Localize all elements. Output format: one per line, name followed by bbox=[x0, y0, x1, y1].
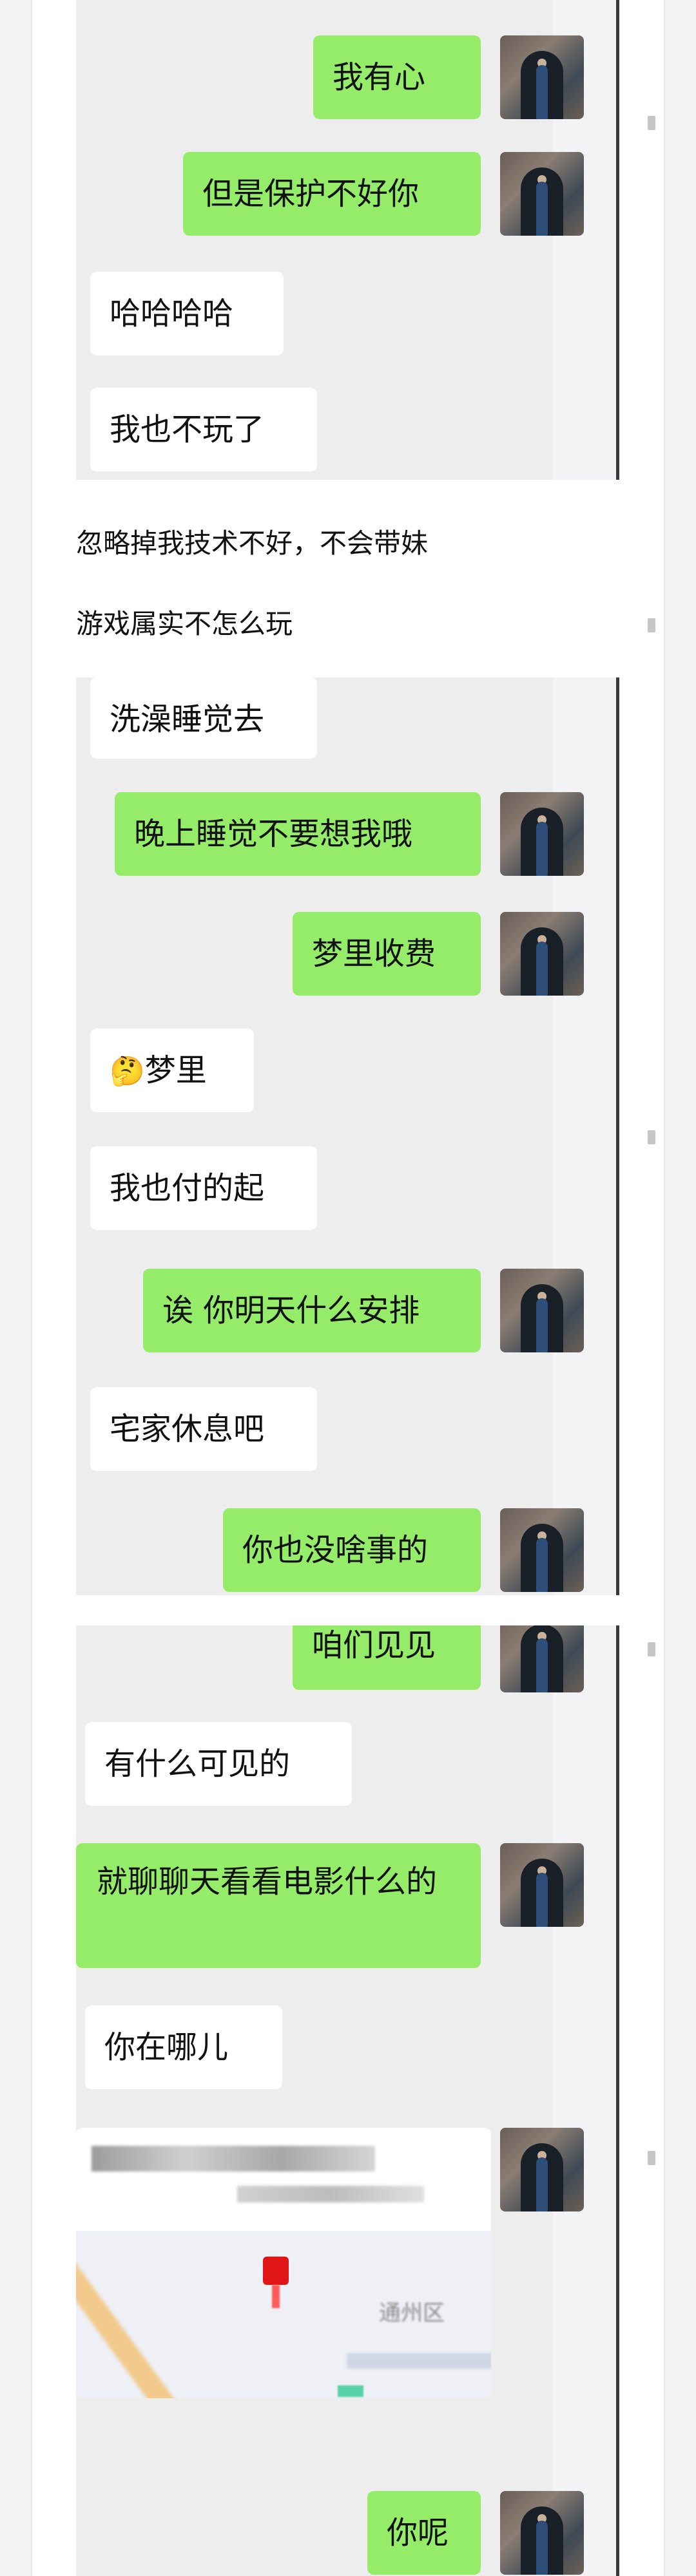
location-address-blurred bbox=[237, 2186, 424, 2202]
message-bubble-incoming: 有什么可见的 bbox=[85, 1722, 352, 1806]
user-avatar[interactable] bbox=[500, 2491, 584, 2575]
screenshot-edge-line bbox=[616, 0, 619, 480]
caption-text: 忽略掉我技术不好，不会带妹 bbox=[76, 527, 429, 559]
user-avatar[interactable] bbox=[500, 1625, 584, 1692]
map-road bbox=[347, 2353, 491, 2369]
map-pin-icon bbox=[263, 2257, 289, 2285]
message-bubble-incoming: 你在哪儿 bbox=[85, 2005, 282, 2089]
user-avatar[interactable] bbox=[500, 1508, 584, 1592]
user-avatar[interactable] bbox=[500, 1269, 584, 1352]
message-bubble-outgoing: 但是保护不好你 bbox=[183, 152, 481, 236]
map-pin-stem bbox=[272, 2285, 280, 2308]
screenshot-edge-line bbox=[616, 1625, 619, 2576]
message-bubble-outgoing: 咱们见见 bbox=[293, 1625, 481, 1690]
message-bubble-outgoing: 你也没啥事的 bbox=[223, 1508, 481, 1592]
map-road bbox=[76, 2237, 216, 2398]
user-avatar[interactable] bbox=[500, 792, 584, 876]
page-margin-right bbox=[665, 0, 696, 2576]
scrollbar-thumb[interactable] bbox=[648, 2151, 655, 2165]
scrollbar-thumb[interactable] bbox=[648, 1642, 655, 1656]
location-title-blurred bbox=[92, 2146, 375, 2172]
user-avatar[interactable] bbox=[500, 152, 584, 236]
user-avatar[interactable] bbox=[500, 912, 584, 996]
scrollbar-thumb[interactable] bbox=[648, 1130, 655, 1144]
message-bubble-outgoing: 你呢 bbox=[367, 2491, 481, 2575]
screenshot-edge-line bbox=[616, 677, 619, 1595]
chat-screenshot-3: 咱们见见 有什么可见的 就聊聊天看看电影什么的 你在哪儿 通州区 你呢 bbox=[76, 1625, 619, 2576]
message-text: 梦里 bbox=[144, 1052, 207, 1088]
message-bubble-outgoing: 梦里收费 bbox=[293, 912, 481, 996]
message-bubble-outgoing: 晚上睡觉不要想我哦 bbox=[115, 792, 481, 876]
scrollbar-thumb[interactable] bbox=[648, 116, 655, 130]
page-margin-left bbox=[0, 0, 31, 2576]
message-bubble-outgoing: 就聊聊天看看电影什么的 bbox=[76, 1843, 481, 1968]
message-bubble-incoming: 我也不玩了 bbox=[90, 388, 317, 471]
page-border-left bbox=[31, 0, 32, 2576]
page-border-right bbox=[664, 0, 665, 2576]
chat-screenshot-2: 洗澡睡觉去 晚上睡觉不要想我哦 梦里收费 🤔梦里 我也付的起 诶 你明天什么安排… bbox=[76, 677, 619, 1595]
user-avatar[interactable] bbox=[500, 1843, 584, 1927]
message-bubble-incoming: 宅家休息吧 bbox=[90, 1387, 317, 1471]
message-bubble-outgoing: 诶 你明天什么安排 bbox=[143, 1269, 481, 1352]
message-bubble-outgoing: 我有心 bbox=[313, 35, 481, 119]
user-avatar[interactable] bbox=[500, 35, 584, 119]
scrollbar-thumb[interactable] bbox=[648, 618, 655, 632]
chat-side-rail bbox=[553, 1625, 619, 2576]
thinking-face-emoji: 🤔 bbox=[110, 1055, 145, 1088]
message-bubble-incoming: 我也付的起 bbox=[90, 1146, 317, 1230]
chat-screenshot-1: 我有心 但是保护不好你 哈哈哈哈 我也不玩了 bbox=[76, 0, 619, 480]
location-message-card[interactable]: 通州区 bbox=[76, 2128, 491, 2398]
message-bubble-incoming: 洗澡睡觉去 bbox=[90, 677, 317, 759]
user-avatar[interactable] bbox=[500, 2128, 584, 2211]
map-marker bbox=[338, 2385, 363, 2397]
message-bubble-incoming: 🤔梦里 bbox=[90, 1028, 254, 1112]
message-bubble-incoming: 哈哈哈哈 bbox=[90, 272, 284, 355]
map-preview: 通州区 bbox=[76, 2231, 491, 2398]
map-area-label: 通州区 bbox=[379, 2300, 445, 2326]
caption-text: 游戏属实不怎么玩 bbox=[76, 608, 293, 639]
